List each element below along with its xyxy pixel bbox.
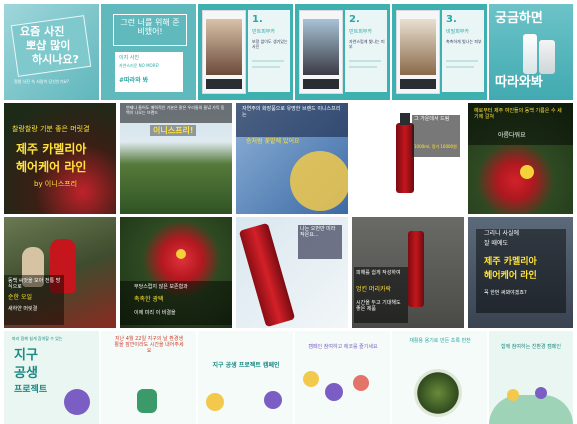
tile-camellia[interactable]: 예로부터 제주 여인들의 동백 기름은 수 세기에 걸쳐 아름다워요 bbox=[468, 103, 573, 214]
r3c4-text: 피해를 쉽게 작성하여 bbox=[356, 270, 401, 276]
phone-mockup bbox=[202, 10, 246, 94]
character-icon bbox=[137, 389, 157, 413]
r4c3-text: 지구 공생 프로젝트 캠페인 bbox=[212, 362, 280, 369]
tile1-line3: 하시나요? bbox=[32, 53, 79, 66]
tile6-line1: 궁금하면 bbox=[495, 11, 543, 26]
r3c4-hl: 엉킨 머리카락 bbox=[356, 286, 392, 293]
r2c5-text: 예로부터 제주 여인들의 동백 기름은 수 세기에 걸쳐 bbox=[474, 108, 562, 120]
tile-harvest[interactable]: 동백 씨앗을 모아 전통 방식으로 순한 오일 새하얀 머릿결 bbox=[4, 217, 116, 328]
r4c1-title3: 프로젝트 bbox=[14, 385, 48, 395]
r2c1-title1: 제주 카멜리아 bbox=[16, 142, 87, 156]
r2c1-title2: 헤어케어 라인 bbox=[16, 160, 87, 174]
tile-bottle-hand[interactable]: 나는 오번만 미라 작은요... bbox=[236, 217, 348, 328]
tile-bottle[interactable]: 그 가운데서 드림 1000ml, 정가 10000원 bbox=[352, 103, 464, 214]
tile-flowers-pouch[interactable]: 자연주의 화장품으로 유명한 브랜드 이니스프리는 승처럼 꽃밭에 있어요 bbox=[236, 103, 348, 214]
tile3-body: 보정 없이도 생기있는 사진 bbox=[252, 39, 288, 49]
character-icon bbox=[64, 389, 90, 415]
character-icon bbox=[353, 375, 369, 391]
r3c2-hl: 촉촉한 광택 bbox=[134, 296, 164, 303]
character-icon bbox=[507, 389, 519, 401]
tile-curious[interactable]: 궁금하면 따라와봐 bbox=[489, 4, 573, 100]
r3c3-text: 나는 오번만 미라 작은요... bbox=[300, 226, 336, 238]
tile-step1[interactable]: 1. 민트피부카 보정 없이도 생기있는 사진 bbox=[198, 4, 293, 100]
tile-hair-line[interactable]: 찰랑찰랑 기분 좋은 머릿결 제주 카멜리아 헤어케어 라인 by 이니스프리 bbox=[4, 103, 116, 214]
tile-campaign[interactable]: 지구 공생 프로젝트 캠페인 bbox=[198, 331, 293, 424]
tile-bottle-rocks[interactable]: 피해를 쉽게 작성하여 엉킨 머리카락 시간을 두고 기대해도 좋은 제품 bbox=[352, 217, 464, 328]
r2c3-text2: 승처럼 꽃밭에 있어요 bbox=[246, 138, 300, 145]
tile5-body: 촉촉하게 빛나는 피부 bbox=[446, 39, 482, 44]
r3c1-hl: 순한 오일 bbox=[8, 294, 32, 301]
character-icon bbox=[264, 391, 282, 409]
character-icon bbox=[325, 383, 343, 401]
tile-eco-fun[interactable]: 캠페인 참여하고 에코를 즐기세요 bbox=[295, 331, 390, 424]
dish-image bbox=[414, 369, 462, 417]
r2c3-text: 자연주의 화장품으로 유명한 브랜드 이니스프리는 bbox=[242, 106, 341, 118]
r2c1-brand: by 이니스프리 bbox=[34, 180, 78, 188]
r3c5-line1: 그리니 사실에 bbox=[484, 230, 520, 237]
r4c1-top: 파라 함께 쉽게 참여할 수 있는 bbox=[12, 336, 63, 341]
tile6-line2: 따라와봐 bbox=[495, 75, 543, 90]
character-icon bbox=[535, 387, 547, 399]
tile-step3[interactable]: 3. 비밀피부카 촉촉하게 빛나는 피부 bbox=[392, 4, 487, 100]
r3c4-text2: 시간을 두고 기대해도 좋은 제품 bbox=[356, 300, 401, 312]
character-icon bbox=[206, 393, 224, 411]
r3c2-text: 부당스럽지 않은 보존함과 bbox=[134, 284, 188, 290]
r2c2-text: 연제나 들어도 매력적인 기분은 맑은 우리들의 들녘 가득 동백이 나오는 브… bbox=[126, 105, 225, 115]
r2c2-tag: 이니스프리! bbox=[150, 125, 197, 137]
r3c5-line2: 잘 때에도 bbox=[484, 240, 508, 247]
tile4-title: 민트피부카 bbox=[349, 29, 373, 35]
tile1-line1: 요즘 사진 bbox=[20, 25, 65, 38]
tile4-body: 자연스럽게 빛나는 피부 bbox=[349, 39, 385, 49]
r2c5-text2: 아름다워요 bbox=[498, 132, 526, 139]
phone-mockup bbox=[396, 10, 440, 94]
r2c4-text: 그 가운데서 드림 bbox=[414, 116, 450, 122]
r2c4-text2: 1000ml, 정가 10000원 bbox=[414, 144, 457, 149]
tile-eco-campaign[interactable]: 함께 참여하는 친환경 캠페인 bbox=[489, 331, 573, 424]
tile2-tag: #따라와 봐 bbox=[119, 77, 149, 84]
tile4-num: 2. bbox=[349, 14, 360, 25]
tile-sleep-line[interactable]: 그리니 사실에 잘 때에도 제주 카멜리아 헤어케어 라인 꼭 한번 써봐야겠죠… bbox=[468, 217, 573, 328]
r4c5-text: 재활용 용기로 만든 초록 반찬 bbox=[409, 338, 471, 344]
tile-photo-question[interactable]: 요즘 사진 뽀샵 많이 하시나요? 정말 사진 속 사람이 당신인가요? bbox=[4, 4, 99, 100]
tile-red-camellia[interactable]: 부당스럽지 않은 보존함과 촉촉한 광택 이에 미리 이 비결을 bbox=[120, 217, 232, 328]
tile-green-dish[interactable]: 재활용 용기로 만든 초록 반찬 bbox=[392, 331, 487, 424]
tile2-sub1: 이지 사진 bbox=[119, 55, 139, 61]
r3c1-text2: 새하얀 머릿결 bbox=[8, 306, 38, 312]
r4c2-text: 지난 4월 22일 지구의 날 환경생활을 잠깐이라도 시간을 내어주세요 bbox=[114, 336, 184, 354]
tile-fields[interactable]: 연제나 들어도 매력적인 기분은 맑은 우리들의 들녘 가득 동백이 나오는 브… bbox=[120, 103, 232, 214]
tile2-bracket: 그런 너를 위해 준비했어! bbox=[120, 18, 180, 37]
tile-step2[interactable]: 2. 민트피부카 자연스럽게 빛나는 피부 bbox=[295, 4, 390, 100]
r4c1-title1: 지구 bbox=[14, 348, 38, 363]
tile1-sub: 정말 사진 속 사람이 당신인가요? bbox=[14, 79, 70, 84]
r4c4-text: 캠페인 참여하고 에코를 즐기세요 bbox=[308, 344, 378, 350]
r3c5-title2: 헤어케어 라인 bbox=[484, 271, 537, 281]
character-icon bbox=[303, 371, 319, 387]
tile5-num: 3. bbox=[446, 14, 457, 25]
image-grid: 요즘 사진 뽀샵 많이 하시나요? 정말 사진 속 사람이 당신인가요? 그런 … bbox=[0, 0, 577, 424]
tile-earth-day[interactable]: 지난 4월 22일 지구의 날 환경생활을 잠깐이라도 시간을 내어주세요 bbox=[101, 331, 196, 424]
tile-earth-project[interactable]: 파라 함께 쉽게 참여할 수 있는 지구 공생 프로젝트 bbox=[4, 331, 99, 424]
tile-prepared[interactable]: 그런 너를 위해 준비했어! 이지 사진 자연스러운 NO MORE! #따라와… bbox=[101, 4, 196, 100]
tile5-title: 비밀피부카 bbox=[446, 29, 470, 35]
tile3-title: 민트피부카 bbox=[252, 29, 276, 35]
tile1-line2: 뽀샵 많이 bbox=[26, 39, 71, 52]
tile2-sub2: 자연스러운 NO MORE! bbox=[119, 63, 160, 68]
tile3-num: 1. bbox=[252, 14, 263, 25]
r4c6-text: 함께 참여하는 친환경 캠페인 bbox=[501, 344, 561, 350]
r3c1-text: 동백 씨앗을 모아 전통 방식으로 bbox=[8, 278, 61, 290]
r2c1-top: 찰랑찰랑 기분 좋은 머릿결 bbox=[12, 125, 90, 133]
r3c5-title1: 제주 카멜리아 bbox=[484, 257, 537, 267]
r3c2-text2: 이에 미리 이 비결을 bbox=[134, 310, 176, 316]
phone-mockup bbox=[299, 10, 343, 94]
r4c1-title2: 공생 bbox=[14, 366, 38, 381]
r3c5-tail: 꼭 한번 써봐야겠죠? bbox=[484, 290, 527, 296]
